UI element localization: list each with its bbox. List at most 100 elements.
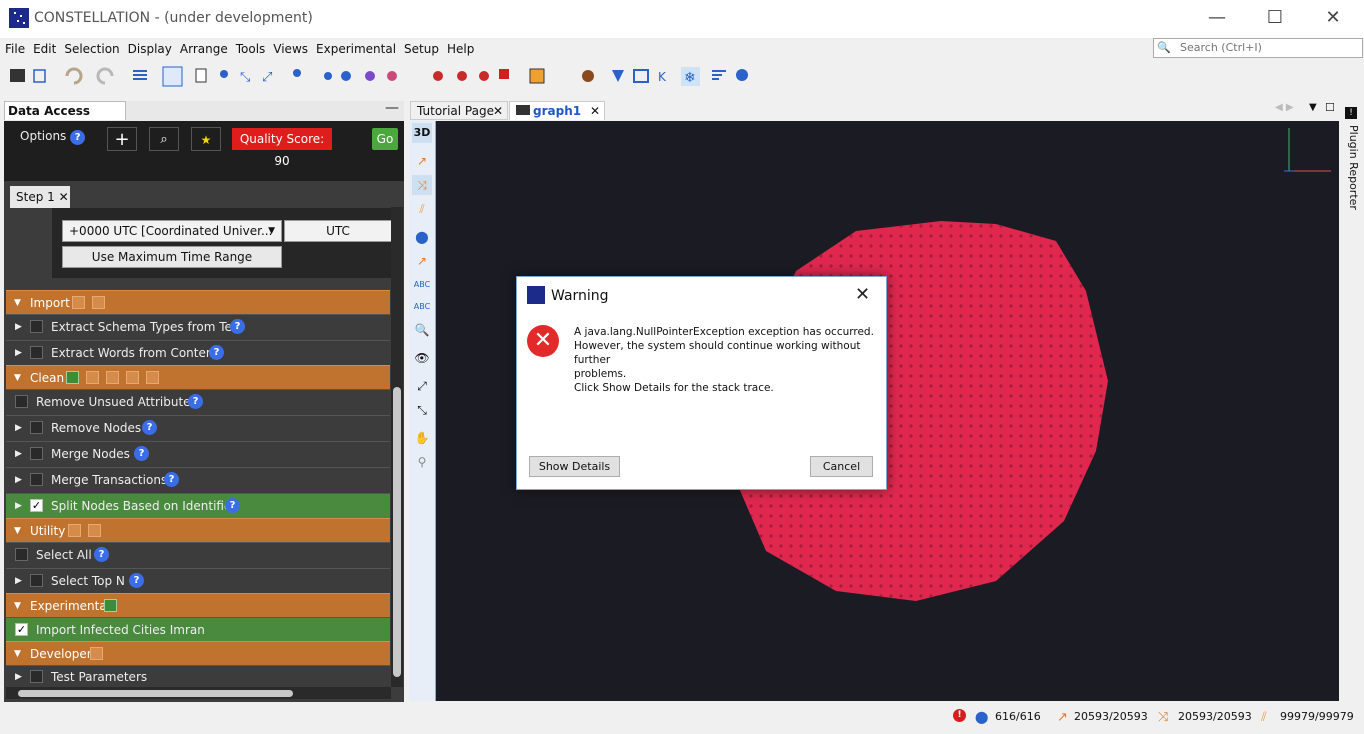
category-utility[interactable]: ▼ Utility bbox=[6, 518, 390, 543]
tab-list-icon[interactable]: ▼ bbox=[1309, 102, 1317, 113]
collapse-view-icon[interactable]: ⤡ bbox=[412, 400, 432, 420]
blaze-icon[interactable]: 🔍 bbox=[412, 320, 432, 340]
checkbox-checked[interactable]: ✓ bbox=[30, 499, 43, 512]
menu-tools[interactable]: Tools bbox=[233, 40, 269, 58]
toggle-3d-button[interactable]: 3D bbox=[412, 123, 432, 143]
plugin-extract-words[interactable]: ▶ Extract Words from Content? bbox=[6, 340, 390, 365]
help-icon[interactable]: ? bbox=[164, 472, 179, 487]
horizontal-scroll-thumb[interactable] bbox=[18, 690, 293, 697]
maximize-editor-icon[interactable]: ☐ bbox=[1325, 101, 1335, 114]
menu-experimental[interactable]: Experimental bbox=[313, 40, 399, 58]
connection-labels-icon[interactable]: ABC bbox=[412, 297, 432, 317]
plugin-extract-schema[interactable]: ▶ Extract Schema Types from Text? bbox=[6, 314, 390, 339]
node-display-icon[interactable]: ⬤ bbox=[412, 227, 432, 247]
timezone-utc-button[interactable]: UTC bbox=[284, 220, 392, 242]
menu-help[interactable]: Help bbox=[444, 40, 477, 58]
help-icon[interactable]: ? bbox=[94, 547, 109, 562]
select-nodes-icon bbox=[293, 69, 301, 77]
checkbox[interactable] bbox=[15, 395, 28, 408]
visibility-eye-icon[interactable]: 👁 bbox=[412, 348, 432, 368]
minimize-panel-button[interactable]: — bbox=[385, 100, 399, 116]
help-icon[interactable]: ? bbox=[129, 573, 144, 588]
checkbox[interactable] bbox=[30, 320, 43, 333]
timezone-select[interactable]: +0000 UTC [Coordinated Univer... ▼ bbox=[62, 220, 282, 242]
vertical-scroll-thumb[interactable] bbox=[393, 387, 401, 677]
checkbox[interactable] bbox=[30, 473, 43, 486]
checkbox[interactable] bbox=[30, 421, 43, 434]
checkbox[interactable] bbox=[30, 670, 43, 683]
category-developer[interactable]: ▼ Developer bbox=[6, 641, 390, 666]
plugin-merge-transactions[interactable]: ▶ Merge Transactions? bbox=[6, 467, 390, 492]
help-icon[interactable]: ? bbox=[70, 130, 86, 145]
connection-display-icon[interactable]: ↗ bbox=[412, 251, 432, 271]
undo-icon bbox=[65, 67, 83, 85]
plugin-reporter-tab[interactable]: Plugin Reporter bbox=[1347, 125, 1360, 210]
tab-scroll-left-icon[interactable]: ◀ ▶ bbox=[1275, 102, 1294, 113]
help-icon[interactable]: ? bbox=[134, 446, 149, 461]
alert-icon[interactable]: ! bbox=[1345, 107, 1357, 119]
go-button[interactable]: Go bbox=[372, 128, 398, 150]
category-experimental[interactable]: ▼ Experimental bbox=[6, 593, 390, 618]
error-indicator-icon[interactable]: ! bbox=[953, 709, 966, 722]
data-access-tab[interactable]: Data Access View ✕ bbox=[4, 101, 126, 137]
help-icon[interactable]: ? bbox=[230, 319, 245, 334]
dialog-message: A java.lang.NullPointerException excepti… bbox=[574, 326, 874, 394]
close-window-button[interactable]: ✕ bbox=[1304, 0, 1362, 36]
plugin-merge-nodes[interactable]: ▶ Merge Nodes? bbox=[6, 441, 390, 466]
close-icon[interactable]: ✕ bbox=[493, 102, 503, 121]
checkbox[interactable] bbox=[30, 574, 43, 587]
plugin-remove-nodes[interactable]: ▶ Remove Nodes? bbox=[6, 415, 390, 440]
edge-count: 20593/20593 bbox=[1178, 710, 1252, 723]
dialog-close-button[interactable]: ✕ bbox=[855, 284, 870, 305]
maximize-button[interactable]: ☐ bbox=[1246, 0, 1304, 36]
help-icon[interactable]: ? bbox=[188, 394, 203, 409]
max-time-range-button[interactable]: Use Maximum Time Range bbox=[62, 246, 282, 268]
error-icon: ✕ bbox=[527, 325, 559, 357]
menu-views[interactable]: Views bbox=[270, 40, 311, 58]
search-input[interactable] bbox=[1178, 40, 1352, 55]
minimize-button[interactable]: — bbox=[1188, 0, 1246, 36]
favourite-button[interactable]: ★ bbox=[191, 127, 221, 151]
plugin-select-all[interactable]: Select All? bbox=[6, 542, 390, 567]
hand-pan-icon[interactable]: ✋ bbox=[412, 428, 432, 448]
plugin-test-parameters[interactable]: ▶ Test Parameters bbox=[6, 665, 390, 688]
options-label[interactable]: Options ? bbox=[20, 129, 86, 145]
menu-setup[interactable]: Setup bbox=[401, 40, 442, 58]
step-tab[interactable]: Step 1 ✕ bbox=[10, 186, 70, 208]
draw-edges-icon[interactable]: ↗ bbox=[412, 151, 432, 171]
menu-selection[interactable]: Selection bbox=[61, 40, 122, 58]
category-clean[interactable]: ▼ Clean bbox=[6, 365, 390, 390]
draw-links-icon[interactable]: ⫽ bbox=[412, 199, 432, 219]
close-icon[interactable]: ✕ bbox=[59, 190, 69, 204]
table-view-icon bbox=[162, 66, 183, 87]
plugin-select-top-n[interactable]: ▶ Select Top N? bbox=[6, 568, 390, 593]
checkbox[interactable] bbox=[30, 346, 43, 359]
tab-tutorial-page[interactable]: Tutorial Page ✕ bbox=[410, 101, 508, 120]
checkbox[interactable] bbox=[30, 447, 43, 460]
checkbox-checked[interactable]: ✓ bbox=[15, 623, 28, 636]
menu-arrange[interactable]: Arrange bbox=[177, 40, 231, 58]
expand-view-icon[interactable]: ⤢ bbox=[412, 376, 432, 396]
menu-file[interactable]: File bbox=[2, 40, 28, 58]
cancel-button[interactable]: Cancel bbox=[810, 456, 873, 477]
draw-transactions-icon[interactable]: ⤨ bbox=[412, 175, 432, 195]
arrange-2-icon bbox=[457, 71, 467, 81]
search-box[interactable]: 🔍 bbox=[1153, 38, 1363, 58]
pin-icon[interactable]: ⚲ bbox=[412, 452, 432, 472]
menu-display[interactable]: Display bbox=[125, 40, 175, 58]
plugin-remove-unused[interactable]: Remove Unsued Attributes? bbox=[6, 389, 390, 414]
add-step-button[interactable]: + bbox=[107, 127, 137, 151]
close-icon[interactable]: ✕ bbox=[590, 102, 600, 121]
tab-graph1[interactable]: graph1 ✕ bbox=[509, 101, 605, 120]
plugin-import-infected-cities[interactable]: ✓ Import Infected Cities Imran bbox=[6, 617, 390, 642]
plugin-split-nodes[interactable]: ▶ ✓ Split Nodes Based on Identifier? bbox=[6, 493, 390, 518]
menu-edit[interactable]: Edit bbox=[30, 40, 59, 58]
search-plugins-button[interactable]: ⌕ bbox=[149, 127, 179, 151]
category-import[interactable]: ▼ Import bbox=[6, 290, 390, 315]
help-icon[interactable]: ? bbox=[142, 420, 157, 435]
show-details-button[interactable]: Show Details bbox=[529, 456, 620, 477]
checkbox[interactable] bbox=[15, 548, 28, 561]
help-icon[interactable]: ? bbox=[209, 345, 224, 360]
node-labels-icon[interactable]: ABC bbox=[412, 275, 432, 295]
help-icon[interactable]: ? bbox=[225, 498, 240, 513]
